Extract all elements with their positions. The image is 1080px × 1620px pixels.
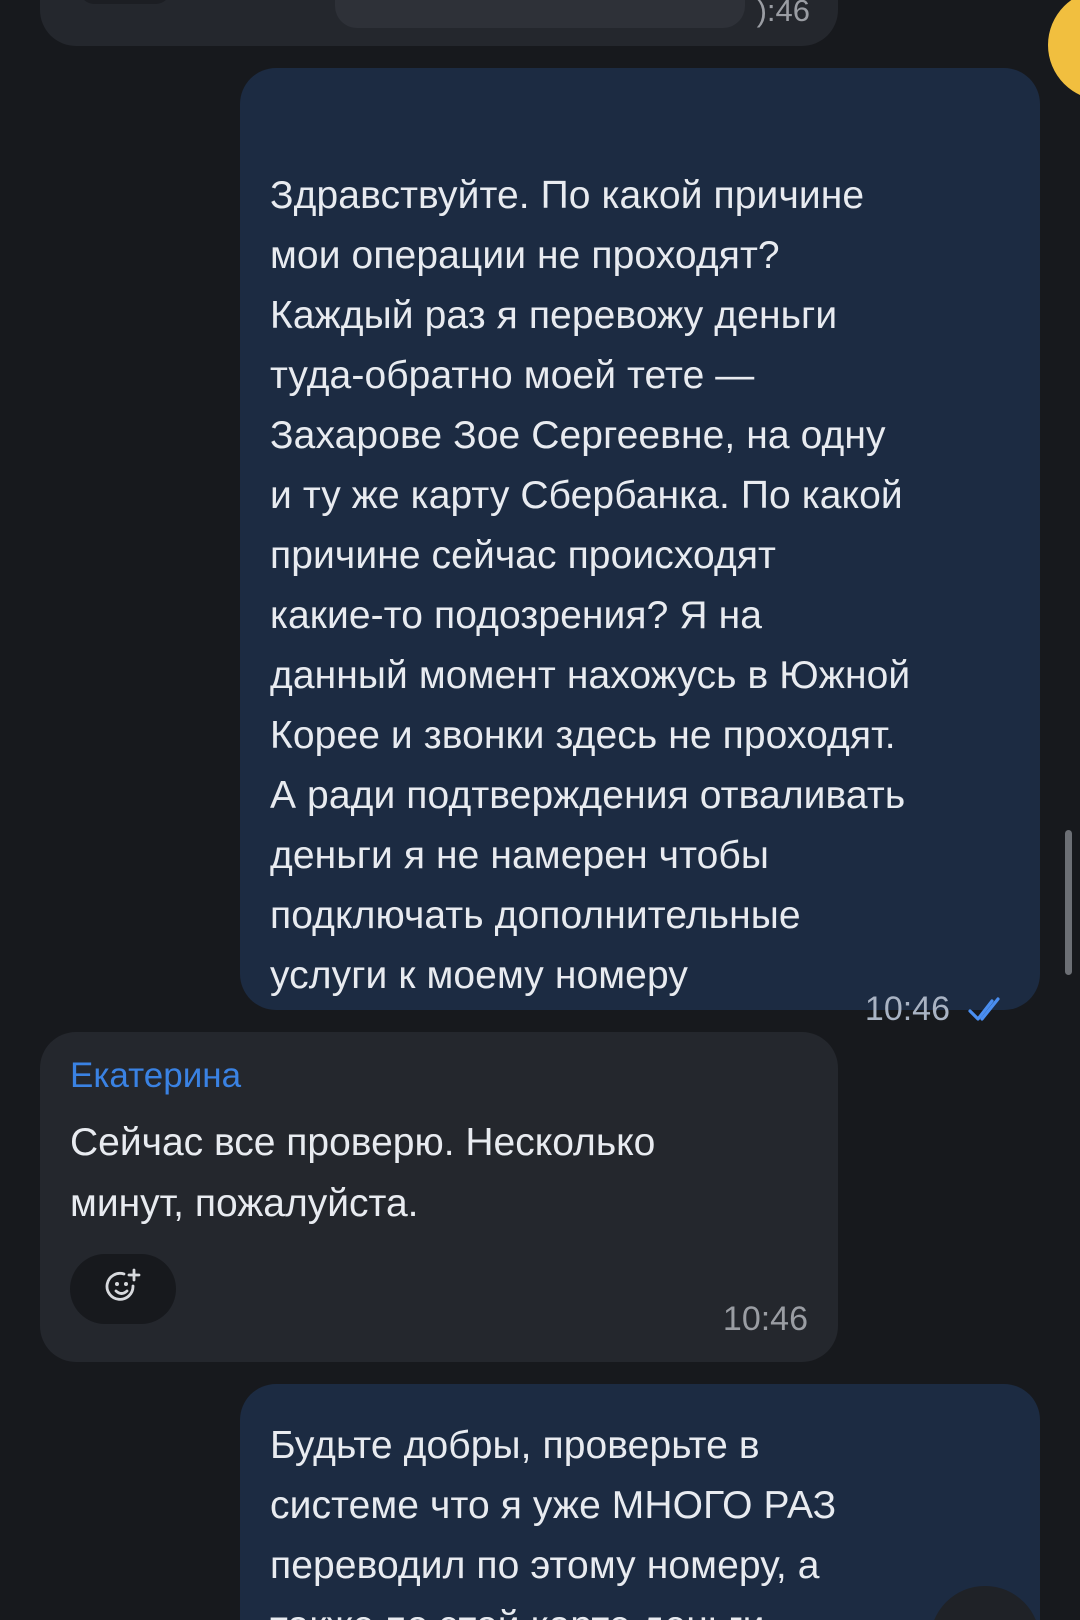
reaction-pill-partial[interactable] <box>80 0 170 4</box>
double-check-icon <box>968 996 1008 1024</box>
avatar[interactable] <box>1048 0 1080 100</box>
message-time: 10:46 <box>722 1300 808 1338</box>
quoted-reply-partial[interactable] <box>335 0 745 28</box>
message-text: Будьте добры, проверьте в системе что я … <box>270 1424 837 1620</box>
message-text: Сейчас все проверю. Несколько минут, пож… <box>70 1121 656 1225</box>
message-time: 10:46 <box>864 990 950 1028</box>
message-bubble-incoming[interactable]: Екатерина Сейчас все проверю. Несколько … <box>40 1032 838 1362</box>
chat-viewport[interactable]: ):46 Здравствуйте. По какой причине мои … <box>0 0 1080 1620</box>
message-time: ):46 <box>756 0 810 28</box>
add-reaction-icon <box>103 1267 143 1312</box>
scrollbar[interactable] <box>1065 830 1072 975</box>
message-bubble-incoming-partial[interactable]: ):46 <box>40 0 838 46</box>
message-meta: 10:46 <box>865 990 1008 1029</box>
message-text: Здравствуйте. По какой причине мои опера… <box>270 174 911 997</box>
sender-name[interactable]: Екатерина <box>70 1058 241 1093</box>
message-bubble-outgoing[interactable]: Здравствуйте. По какой причине мои опера… <box>240 68 1040 1028</box>
add-reaction-button[interactable] <box>70 1254 176 1324</box>
message-bubble-outgoing-partial[interactable]: Будьте добры, проверьте в системе что я … <box>240 1384 1040 1620</box>
